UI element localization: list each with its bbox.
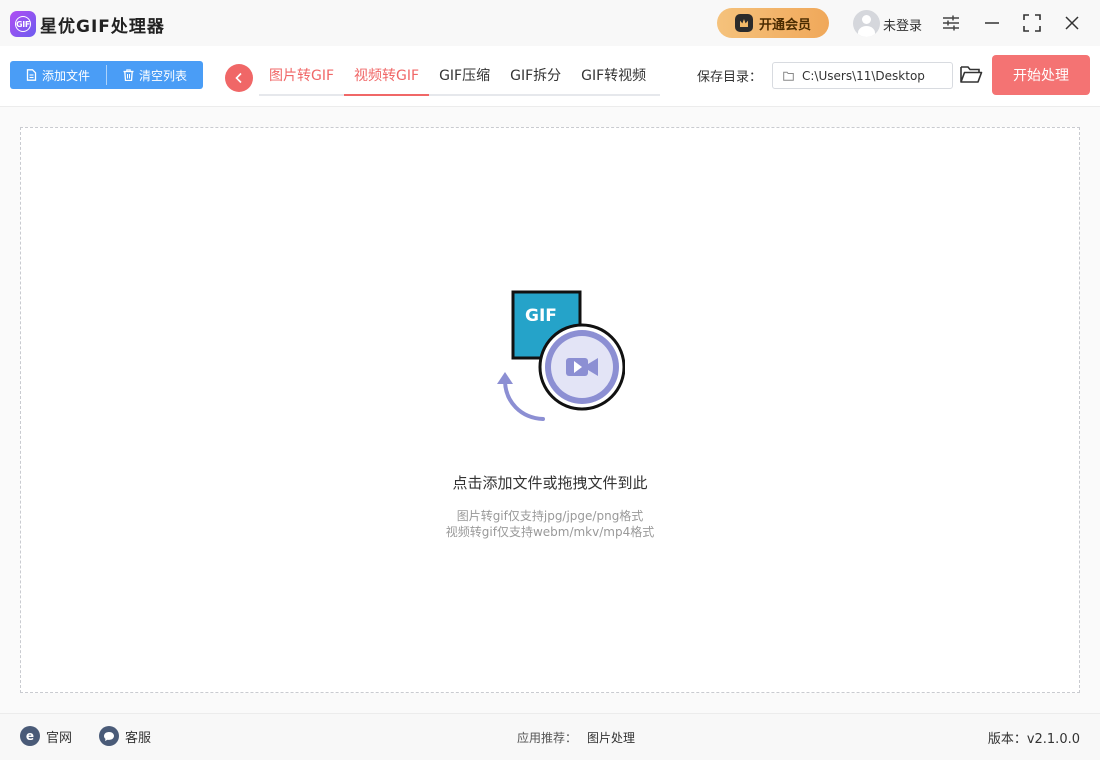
chevron-left-icon (235, 72, 242, 84)
gif-video-illustration-icon: GIF (497, 290, 625, 421)
customer-service-label: 客服 (125, 730, 152, 746)
add-file-button[interactable]: 添加文件 (10, 61, 106, 89)
app-logo-icon: GIF (10, 11, 36, 37)
settings-sliders-icon[interactable] (938, 10, 964, 36)
vip-button[interactable]: 开通会员 (717, 8, 829, 38)
version-text: 版本：v2.1.0.0 (987, 732, 1080, 747)
mode-tabs: 图片转GIF 视频转GIF GIF压缩 GIF拆分 GIF转视频 (259, 60, 660, 96)
save-dir-label: 保存目录： (697, 70, 763, 85)
vip-button-label: 开通会员 (758, 17, 811, 33)
app-logo-text: GIF (15, 16, 31, 32)
app-title: 星优GIF处理器 (40, 17, 165, 37)
document-icon (26, 69, 37, 81)
footer: e 官网 客服 应用推荐： 图片处理 版本：v2.1.0.0 (0, 713, 1100, 760)
folder-small-icon (783, 71, 794, 81)
drop-zone-hint-image: 图片转gif仅支持jpg/jpge/png格式 (456, 509, 644, 523)
chat-bubble-icon (99, 726, 119, 746)
close-icon[interactable] (1059, 10, 1085, 36)
open-folder-icon[interactable] (959, 63, 983, 87)
official-site-link[interactable]: e 官网 (20, 726, 72, 746)
illustration-gif-text: GIF (525, 306, 557, 326)
clear-list-label: 清空列表 (138, 68, 187, 83)
crown-icon (734, 14, 753, 32)
back-button[interactable] (225, 64, 253, 92)
file-drop-zone[interactable]: GIF 点击添加文件或拖拽文件到此 图片转gif仅支持jpg/jpge/png格… (20, 127, 1080, 693)
browser-e-icon: e (20, 726, 40, 746)
avatar[interactable] (853, 10, 880, 37)
drop-zone-title: 点击添加文件或拖拽文件到此 (452, 474, 648, 492)
clear-list-button[interactable]: 清空列表 (107, 61, 203, 89)
tab-image-to-gif[interactable]: 图片转GIF (259, 60, 344, 94)
file-button-group: 添加文件 清空列表 (10, 61, 203, 89)
minimize-icon[interactable] (979, 10, 1005, 36)
save-dir-field[interactable] (772, 62, 953, 89)
trash-icon (123, 69, 134, 81)
main-area: GIF 点击添加文件或拖拽文件到此 图片转gif仅支持jpg/jpge/png格… (0, 106, 1100, 713)
save-dir-input[interactable] (802, 68, 942, 83)
tab-gif-to-video[interactable]: GIF转视频 (571, 60, 656, 94)
title-bar: GIF 星优GIF处理器 开通会员 未登录 (0, 0, 1100, 46)
drop-zone-hint-video: 视频转gif仅支持webm/mkv/mp4格式 (445, 525, 655, 539)
maximize-icon[interactable] (1019, 10, 1045, 36)
official-site-label: 官网 (46, 730, 73, 746)
login-status[interactable]: 未登录 (883, 15, 922, 34)
app-recommend: 应用推荐： 图片处理 (517, 729, 635, 746)
add-file-label: 添加文件 (41, 68, 90, 83)
tab-gif-compress[interactable]: GIF压缩 (429, 60, 500, 94)
recommend-image-processing-link[interactable]: 图片处理 (587, 729, 635, 746)
start-processing-button[interactable]: 开始处理 (992, 55, 1090, 95)
tab-gif-split[interactable]: GIF拆分 (500, 60, 571, 94)
customer-service-link[interactable]: 客服 (99, 726, 151, 746)
recommend-label: 应用推荐： (517, 731, 578, 745)
tab-video-to-gif[interactable]: 视频转GIF (344, 60, 430, 96)
